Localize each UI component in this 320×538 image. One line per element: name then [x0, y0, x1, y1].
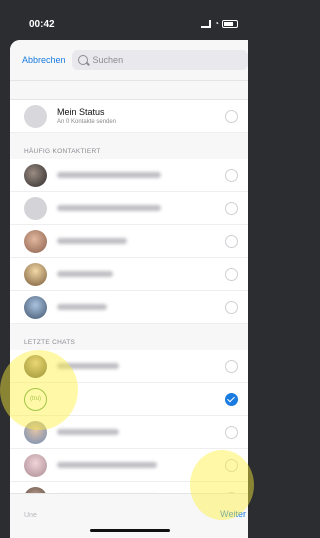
contact-name-redacted	[57, 172, 161, 178]
section-header-recent: LETZTE CHATS	[10, 324, 248, 350]
wifi-icon: ◔	[214, 19, 219, 28]
contact-row[interactable]	[10, 291, 248, 324]
selection-summary: Une	[24, 512, 37, 519]
contact-row[interactable]	[10, 159, 248, 192]
yellow-highlight-mark	[190, 450, 254, 520]
search-field[interactable]: Suchen	[71, 50, 248, 70]
contact-name-redacted	[57, 304, 107, 310]
my-status-text: Mein Status An 0 Kontakte senden	[57, 107, 116, 125]
contact-name-redacted	[57, 271, 113, 277]
home-indicator	[90, 529, 170, 532]
battery-icon	[222, 19, 238, 28]
chat-name-redacted	[57, 429, 119, 435]
top-bar: Abbrechen Suchen	[10, 40, 248, 81]
status-avatar-icon	[24, 104, 47, 128]
my-status-radio[interactable]	[225, 109, 238, 123]
contact-avatar-placeholder-icon	[24, 196, 47, 220]
spacer	[10, 81, 248, 100]
contact-row[interactable]	[10, 225, 248, 258]
search-placeholder: Suchen	[92, 55, 124, 65]
contact-avatar	[24, 163, 47, 187]
status-icons: ◔	[201, 19, 238, 28]
contact-avatar	[24, 295, 47, 319]
contact-row[interactable]	[10, 192, 248, 225]
yellow-highlight-mark	[0, 350, 78, 430]
contact-name-redacted	[57, 238, 127, 244]
clock: 00:42	[29, 19, 55, 30]
chat-avatar	[24, 453, 47, 477]
my-status-row[interactable]: Mein Status An 0 Kontakte senden	[10, 100, 248, 133]
contact-radio[interactable]	[225, 168, 238, 182]
contact-avatar	[24, 229, 47, 253]
contact-avatar	[24, 262, 47, 286]
contact-name-redacted	[57, 205, 161, 211]
cancel-button[interactable]: Abbrechen	[22, 55, 66, 65]
contact-radio[interactable]	[225, 201, 238, 215]
contact-radio[interactable]	[225, 267, 238, 281]
my-status-title: Mein Status	[57, 107, 105, 117]
chat-radio[interactable]	[225, 425, 238, 439]
search-icon	[77, 55, 88, 65]
chat-radio[interactable]	[225, 359, 238, 373]
contact-radio[interactable]	[225, 234, 238, 248]
group-chat-radio-checked[interactable]	[225, 392, 238, 406]
signal-icon	[201, 19, 212, 28]
contact-row[interactable]	[10, 258, 248, 291]
section-header-frequent: HÄUFIG KONTAKTIERT	[10, 133, 248, 159]
contact-radio[interactable]	[225, 300, 238, 314]
chat-name-redacted	[57, 462, 157, 468]
my-status-subtitle: An 0 Kontakte senden	[57, 119, 117, 125]
status-bar: 00:42 ◔	[0, 0, 248, 34]
